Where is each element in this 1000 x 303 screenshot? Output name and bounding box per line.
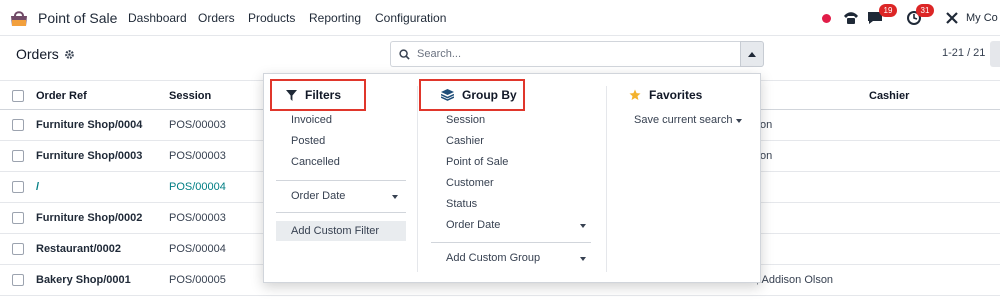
order-ref: Furniture Shop/0002 — [36, 212, 143, 224]
menu-reporting[interactable]: Reporting — [309, 0, 361, 36]
messages-badge: 19 — [879, 4, 897, 17]
session: POS/00003 — [169, 212, 226, 224]
chevron-down-icon[interactable] — [392, 195, 398, 199]
caret-up-icon — [748, 51, 756, 57]
breadcrumb: Orders — [16, 44, 75, 64]
group-option-session[interactable]: Session — [446, 114, 485, 126]
row-checkbox[interactable] — [12, 181, 24, 193]
group-by-title: Group By — [441, 88, 517, 102]
save-current-search-toggle[interactable]: Save current search — [634, 114, 732, 126]
search-bar[interactable] — [390, 41, 740, 67]
session: POS/00005 — [169, 274, 226, 286]
app-name[interactable]: Point of Sale — [38, 0, 117, 36]
group-option-point-of-sale[interactable]: Point of Sale — [446, 156, 508, 168]
gear-icon[interactable] — [64, 49, 75, 60]
add-custom-filter-button[interactable]: Add Custom Filter — [276, 221, 406, 241]
filter-option-order-date[interactable]: Order Date — [291, 190, 345, 202]
search-input[interactable] — [417, 48, 717, 60]
cashier: on — [760, 119, 773, 131]
row-checkbox[interactable] — [12, 150, 24, 162]
search-panel-toggle-button[interactable] — [740, 41, 764, 67]
recording-indicator-icon[interactable] — [822, 0, 834, 36]
session: POS/00004 — [169, 243, 226, 255]
menu-products[interactable]: Products — [248, 0, 295, 36]
add-custom-group-select[interactable]: Add Custom Group — [446, 252, 540, 264]
order-ref: Furniture Shop/0004 — [36, 119, 143, 131]
divider — [431, 242, 591, 243]
row-checkbox[interactable] — [12, 243, 24, 255]
group-option-cashier[interactable]: Cashier — [446, 135, 484, 147]
pager-value[interactable]: 1-21 / 21 — [942, 47, 985, 59]
filter-option-invoiced[interactable]: Invoiced — [291, 114, 332, 126]
session: POS/00003 — [169, 119, 226, 131]
chevron-down-icon[interactable] — [580, 257, 586, 261]
top-navbar: Point of Sale Dashboard Orders Products … — [0, 0, 1000, 36]
session: POS/00004 — [169, 181, 226, 193]
divider — [276, 212, 406, 213]
menu-dashboard[interactable]: Dashboard — [128, 0, 187, 36]
favorites-title: Favorites — [629, 88, 702, 102]
group-option-status[interactable]: Status — [446, 198, 477, 210]
column-header-session[interactable]: Session — [169, 81, 211, 111]
row-checkbox[interactable] — [12, 119, 24, 131]
filters-title: Filters — [286, 88, 341, 102]
group-option-customer[interactable]: Customer — [446, 177, 494, 189]
divider — [276, 180, 406, 181]
column-header-order-ref[interactable]: Order Ref — [36, 81, 87, 111]
filter-funnel-icon — [286, 89, 297, 101]
filter-option-cancelled[interactable]: Cancelled — [291, 156, 340, 168]
column-divider — [417, 86, 418, 272]
chevron-down-icon[interactable] — [580, 224, 586, 228]
select-all-checkbox[interactable] — [12, 90, 24, 102]
menu-configuration[interactable]: Configuration — [375, 0, 446, 36]
star-icon — [629, 89, 641, 101]
tools-icon[interactable] — [944, 0, 960, 36]
layers-icon — [441, 89, 454, 101]
cashier: on — [760, 150, 773, 162]
order-ref: / — [36, 181, 40, 193]
company-switcher[interactable]: My Co — [966, 0, 998, 36]
cashier: , Addison Olson — [756, 274, 834, 286]
column-divider — [606, 86, 607, 272]
row-checkbox[interactable] — [12, 212, 24, 224]
column-header-cashier[interactable]: Cashier — [869, 81, 909, 111]
group-option-order-date[interactable]: Order Date — [446, 219, 500, 231]
filter-option-posted[interactable]: Posted — [291, 135, 325, 147]
search-icon — [399, 48, 410, 60]
chevron-down-icon[interactable] — [736, 119, 742, 123]
row-checkbox[interactable] — [12, 274, 24, 286]
search-panel-dropdown: Filters Invoiced Posted Cancelled Order … — [263, 73, 761, 283]
phone-icon[interactable] — [842, 0, 860, 36]
apps-menu-icon[interactable] — [9, 0, 31, 36]
pager-previous-button[interactable] — [990, 41, 1000, 67]
menu-orders[interactable]: Orders — [198, 0, 235, 36]
session: POS/00003 — [169, 150, 226, 162]
order-ref: Restaurant/0002 — [36, 243, 121, 255]
page-title[interactable]: Orders — [16, 46, 59, 62]
order-ref: Furniture Shop/0003 — [36, 150, 143, 162]
activities-badge: 31 — [916, 4, 934, 17]
order-ref: Bakery Shop/0001 — [36, 274, 131, 286]
